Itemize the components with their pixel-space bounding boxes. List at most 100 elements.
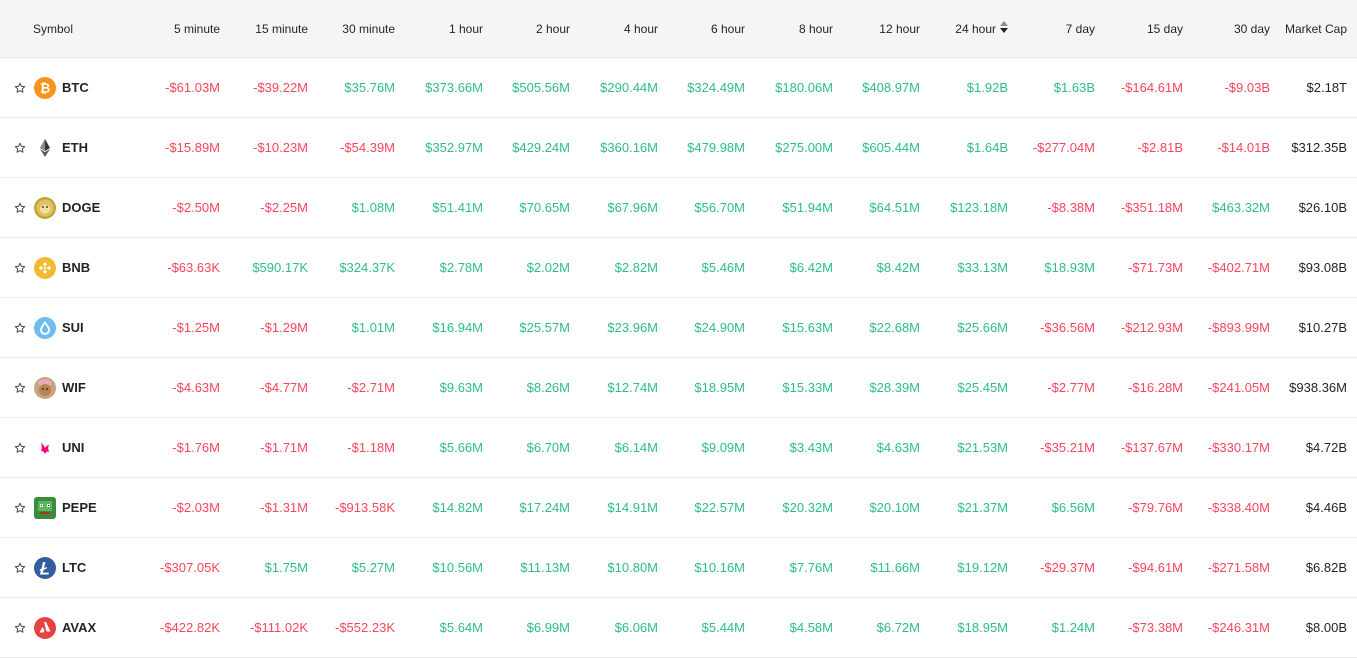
table-row[interactable]: PEPE -$2.03M -$1.31M -$913.58K $14.82M $17.24… <box>0 478 1357 538</box>
flow-value-cell: -$137.67M <box>1120 440 1183 455</box>
header-15-minute[interactable]: 15 minute <box>220 22 308 36</box>
table-row[interactable]: BNB -$63.63K $590.17K $324.37K $2.78M $2.02M $… <box>0 238 1357 298</box>
flow-value-cell: $20.10M <box>869 500 920 515</box>
flow-value-cell: -$29.37M <box>1040 560 1095 575</box>
flow-value-cell: $9.09M <box>701 440 745 455</box>
header-24-hour-label: 24 hour <box>955 21 996 36</box>
table-row[interactable]: DOGE -$2.50M -$2.25M $1.08M $51.41M $70.65M $6… <box>0 178 1357 238</box>
flow-value-cell: $1.63B <box>1053 80 1095 95</box>
market-cap-cell: $93.08B <box>1298 260 1347 275</box>
flow-value-cell: $10.80M <box>607 560 658 575</box>
market-cap-cell: $26.10B <box>1298 200 1347 215</box>
coin-symbol[interactable]: SUI <box>62 320 84 335</box>
flow-value-cell: -$351.18M <box>1120 200 1183 215</box>
flow-value-cell: $6.42M <box>789 260 833 275</box>
table-row[interactable]: WIF -$4.63M -$4.77M -$2.71M $9.63M $8.26M $12.… <box>0 358 1357 418</box>
market-cap-cell: $6.82B <box>1305 560 1347 575</box>
table-body: ₿ BTC -$61.03M -$39.22M $35.76M $373.66M $505.… <box>0 58 1357 658</box>
flow-value-cell: $23.96M <box>607 320 658 335</box>
header-1-hour[interactable]: 1 hour <box>395 22 483 36</box>
table-row[interactable]: AVAX -$422.82K -$111.02K -$552.23K $5.64M $6.… <box>0 598 1357 658</box>
star-icon[interactable] <box>13 201 27 215</box>
flow-value-cell: $1.08M <box>351 200 395 215</box>
coin-symbol[interactable]: PEPE <box>62 500 97 515</box>
star-icon[interactable] <box>13 621 27 635</box>
header-5-minute[interactable]: 5 minute <box>135 22 220 36</box>
header-symbol[interactable]: Symbol <box>0 22 135 36</box>
flow-value-cell: $6.56M <box>1051 500 1095 515</box>
table-row[interactable]: UNI -$1.76M -$1.71M -$1.18M $5.66M $6.70M $6.1… <box>0 418 1357 478</box>
flow-value-cell: -$2.77M <box>1047 380 1095 395</box>
header-8-hour[interactable]: 8 hour <box>745 22 833 36</box>
header-market-cap[interactable]: Market Cap <box>1270 22 1347 36</box>
header-6-hour[interactable]: 6 hour <box>658 22 745 36</box>
star-icon[interactable] <box>13 81 27 95</box>
flow-value-cell: $21.53M <box>957 440 1008 455</box>
flow-value-cell: -$36.56M <box>1040 320 1095 335</box>
flow-value-cell: $14.82M <box>432 500 483 515</box>
flow-table: Symbol 5 minute 15 minute 30 minute 1 ho… <box>0 0 1357 658</box>
symbol-cell: SUI <box>0 316 135 339</box>
flow-value-cell: $505.56M <box>512 80 570 95</box>
coin-symbol[interactable]: WIF <box>62 380 86 395</box>
flow-value-cell: $290.44M <box>600 80 658 95</box>
header-24-hour-sort[interactable]: 24 hour <box>920 21 1008 36</box>
flow-value-cell: -$35.21M <box>1040 440 1095 455</box>
flow-value-cell: -$15.89M <box>165 140 220 155</box>
star-icon[interactable] <box>13 441 27 455</box>
flow-value-cell: $123.18M <box>950 200 1008 215</box>
header-12-hour[interactable]: 12 hour <box>833 22 920 36</box>
star-icon[interactable] <box>13 141 27 155</box>
table-row[interactable]: SUI -$1.25M -$1.29M $1.01M $16.94M $25.57M $23… <box>0 298 1357 358</box>
flow-value-cell: $324.49M <box>687 80 745 95</box>
coin-symbol[interactable]: AVAX <box>62 620 96 635</box>
flow-value-cell: $28.39M <box>869 380 920 395</box>
flow-value-cell: $20.32M <box>782 500 833 515</box>
flow-value-cell: -$1.71M <box>260 440 308 455</box>
flow-value-cell: $11.13M <box>520 560 570 575</box>
table-row[interactable]: ETH -$15.89M -$10.23M -$54.39M $352.97M $429.… <box>0 118 1357 178</box>
flow-value-cell: $1.75M <box>264 560 308 575</box>
header-30-minute[interactable]: 30 minute <box>308 22 395 36</box>
flow-value-cell: -$61.03M <box>165 80 220 95</box>
flow-value-cell: $35.76M <box>344 80 395 95</box>
market-cap-cell: $8.00B <box>1305 620 1347 635</box>
flow-value-cell: $3.43M <box>789 440 833 455</box>
flow-value-cell: $8.26M <box>526 380 570 395</box>
coin-symbol[interactable]: DOGE <box>62 200 100 215</box>
flow-value-cell: $11.66M <box>870 560 920 575</box>
coin-symbol[interactable]: LTC <box>62 560 86 575</box>
flow-value-cell: -$402.71M <box>1207 260 1270 275</box>
header-4-hour[interactable]: 4 hour <box>570 22 658 36</box>
flow-value-cell: $9.63M <box>439 380 483 395</box>
flow-value-cell: $2.02M <box>526 260 570 275</box>
flow-value-cell: $12.74M <box>607 380 658 395</box>
header-7-day[interactable]: 7 day <box>1008 22 1095 36</box>
flow-value-cell: -$330.17M <box>1207 440 1270 455</box>
flow-value-cell: -$79.76M <box>1128 500 1183 515</box>
table-row[interactable]: LTC -$307.05K $1.75M $5.27M $10.56M $11.13M $1… <box>0 538 1357 598</box>
flow-value-cell: $1.92B <box>966 80 1008 95</box>
sort-icon[interactable] <box>1000 21 1008 36</box>
star-icon[interactable] <box>13 381 27 395</box>
flow-value-cell: $5.64M <box>439 620 483 635</box>
flow-value-cell: -$913.58K <box>335 500 395 515</box>
flow-value-cell: -$2.25M <box>260 200 308 215</box>
star-icon[interactable] <box>13 561 27 575</box>
header-2-hour[interactable]: 2 hour <box>483 22 570 36</box>
star-icon[interactable] <box>13 261 27 275</box>
coin-symbol[interactable]: ETH <box>62 140 88 155</box>
flow-value-cell: -$241.05M <box>1207 380 1270 395</box>
header-30-day[interactable]: 30 day <box>1183 22 1270 36</box>
flow-value-cell: $64.51M <box>869 200 920 215</box>
flow-value-cell: $10.56M <box>432 560 483 575</box>
star-icon[interactable] <box>13 501 27 515</box>
coin-symbol[interactable]: BNB <box>62 260 90 275</box>
avax-icon <box>34 616 56 639</box>
coin-symbol[interactable]: UNI <box>62 440 84 455</box>
table-row[interactable]: ₿ BTC -$61.03M -$39.22M $35.76M $373.66M $505.… <box>0 58 1357 118</box>
header-15-day[interactable]: 15 day <box>1095 22 1183 36</box>
star-icon[interactable] <box>13 321 27 335</box>
coin-symbol[interactable]: BTC <box>62 80 89 95</box>
bnb-icon <box>34 256 56 279</box>
